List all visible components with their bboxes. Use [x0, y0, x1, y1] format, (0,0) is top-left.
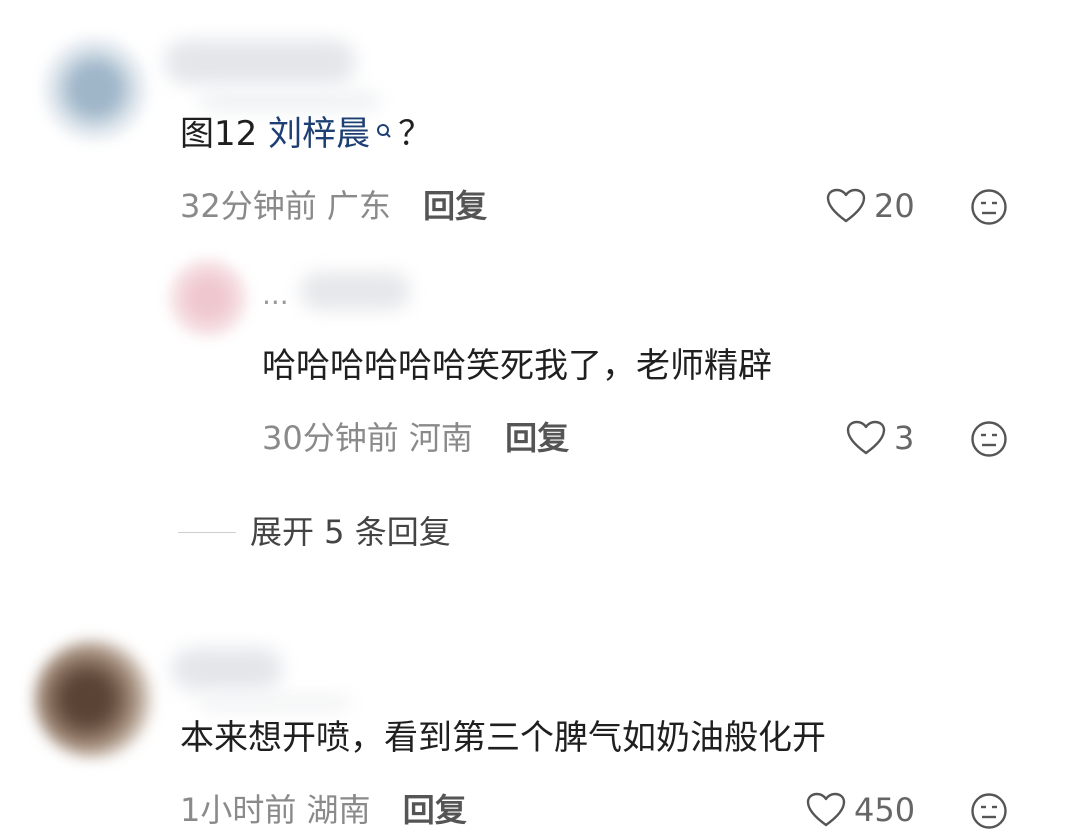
heart-icon: [806, 792, 846, 827]
avatar[interactable]: [168, 258, 248, 338]
username-badge-blurred: [200, 696, 350, 710]
like-button[interactable]: 3: [846, 418, 914, 458]
comment-text: 图12 刘梓晨 ？: [180, 114, 432, 154]
comment-time: 1小时前: [180, 791, 297, 829]
reply-location: 河南: [408, 419, 473, 457]
dislike-emoji-icon[interactable]: [970, 420, 1008, 462]
like-count: 450: [854, 791, 916, 829]
comment-location: 湖南: [306, 791, 371, 829]
dislike-emoji-icon[interactable]: [970, 188, 1008, 230]
like-count: 3: [894, 419, 915, 457]
comment-location: 广东: [326, 187, 391, 225]
mention-link[interactable]: 刘梓晨: [268, 114, 370, 154]
expand-divider: [178, 531, 236, 533]
reply-button[interactable]: 回复: [423, 187, 487, 225]
reply-meta: 30分钟前 河南 回复: [262, 418, 569, 458]
comment-time: 32分钟前: [180, 187, 317, 225]
comment-meta: 32分钟前 广东 回复: [180, 186, 487, 226]
like-button[interactable]: 20: [826, 186, 915, 226]
comment-text-suffix: ？: [398, 114, 433, 154]
heart-icon: [826, 188, 866, 223]
like-count: 20: [874, 187, 915, 225]
expand-replies-label: 展开 5 条回复: [250, 513, 451, 551]
username-blurred[interactable]: [165, 40, 355, 84]
username-blurred[interactable]: [172, 648, 282, 690]
reply-button[interactable]: 回复: [505, 419, 569, 457]
like-button[interactable]: 450: [806, 790, 915, 830]
username-badge-blurred: [200, 92, 380, 110]
reply-time: 30分钟前: [262, 419, 399, 457]
comment-meta: 1小时前 湖南 回复: [180, 790, 467, 830]
reply-button[interactable]: 回复: [403, 791, 467, 829]
avatar[interactable]: [42, 36, 148, 142]
username-visible[interactable]: ...: [262, 280, 289, 310]
reply-text: 哈哈哈哈哈哈笑死我了，老师精辟: [262, 346, 772, 386]
search-icon[interactable]: [376, 114, 392, 154]
expand-replies-button[interactable]: 展开 5 条回复: [178, 512, 451, 552]
dislike-emoji-icon[interactable]: [970, 792, 1008, 834]
username-blurred[interactable]: [300, 272, 410, 310]
comment-text-prefix: 图12: [180, 114, 269, 154]
heart-icon: [846, 420, 886, 455]
avatar[interactable]: [34, 640, 152, 758]
comment-text: 本来想开喷，看到第三个脾气如奶油般化开: [180, 718, 826, 758]
